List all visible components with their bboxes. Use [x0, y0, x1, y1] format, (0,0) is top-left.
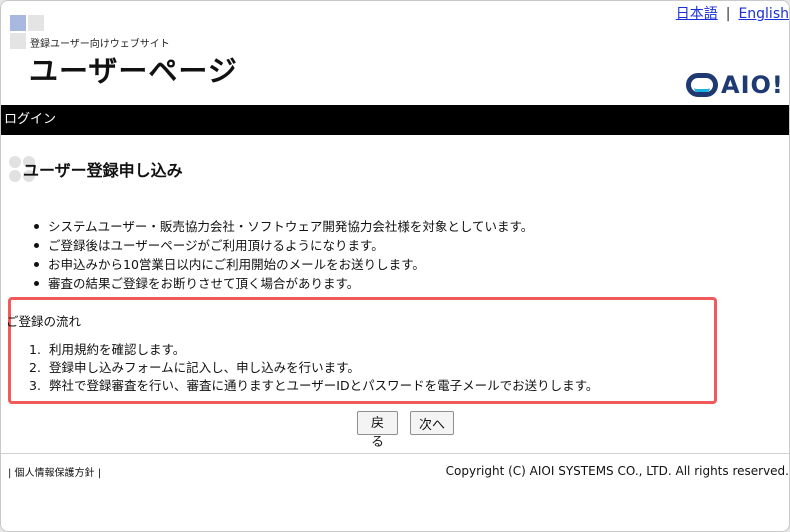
list-item: ご登録後はユーザーページがご利用頂けるようになります。 — [34, 236, 533, 255]
list-item: お申込みから10営業日以内にご利用開始のメールをお送りします。 — [34, 255, 533, 274]
list-item: 2. 登録申し込みフォームに記入し、申し込みを行います。 — [29, 359, 598, 377]
privacy-policy-link[interactable]: | 個人情報保護方針 | — [8, 464, 101, 479]
footer-divider — [1, 453, 789, 454]
logo-square — [10, 15, 26, 31]
step-text: 弊社で登録審査を行い、審査に通りますとユーザーIDとパスワードを電子メールでお送… — [49, 378, 599, 393]
lang-japanese-link[interactable]: 日本語 — [676, 6, 718, 22]
step-number: 3. — [29, 378, 41, 393]
browser-frame: 登録ユーザー向けウェブサイト ユーザーページ 日本語 | English AIO! … — [0, 0, 790, 532]
lang-english-link[interactable]: English — [738, 6, 789, 22]
step-text: 利用規約を確認します。 — [49, 342, 186, 357]
nav-login-link[interactable]: ログイン — [4, 112, 56, 127]
page-heading: ユーザー登録申し込み — [23, 161, 183, 180]
notice-list: システムユーザー・販売協力会社・ソフトウェア開発協力会社様を対象としています。 … — [34, 217, 533, 293]
step-number: 2. — [29, 360, 41, 375]
list-item: 3. 弊社で登録審査を行い、審査に通りますとユーザーIDとパスワードを電子メールで… — [29, 377, 598, 395]
lang-separator: | — [725, 6, 731, 22]
company-logo-text: AIO! — [721, 71, 784, 99]
logo-square — [28, 15, 44, 31]
list-item: システムユーザー・販売協力会社・ソフトウェア開発協力会社様を対象としています。 — [34, 217, 533, 236]
next-button[interactable]: 次へ — [410, 411, 454, 435]
nav-bar: ログイン — [1, 105, 789, 135]
flow-steps: 1. 利用規約を確認します。 2. 登録申し込みフォームに記入し、申し込みを行います… — [29, 341, 598, 395]
logo-ring-icon — [686, 73, 718, 97]
back-button[interactable]: 戻る — [357, 411, 398, 450]
logo-square — [10, 33, 26, 49]
step-number: 1. — [29, 342, 41, 357]
list-item: 審査の結果ご登録をお断りさせて頂く場合があります。 — [34, 274, 533, 293]
flow-title: ご登録の流れ — [6, 314, 82, 329]
site-title: ユーザーページ — [29, 54, 238, 88]
step-text: 登録申し込みフォームに記入し、申し込みを行います。 — [49, 360, 360, 375]
list-item: 1. 利用規約を確認します。 — [29, 341, 598, 359]
copyright-text: Copyright (C) AIOI SYSTEMS CO., LTD. All… — [445, 464, 789, 478]
company-logo: AIO! — [686, 69, 784, 101]
language-switcher: 日本語 | English — [676, 3, 789, 23]
